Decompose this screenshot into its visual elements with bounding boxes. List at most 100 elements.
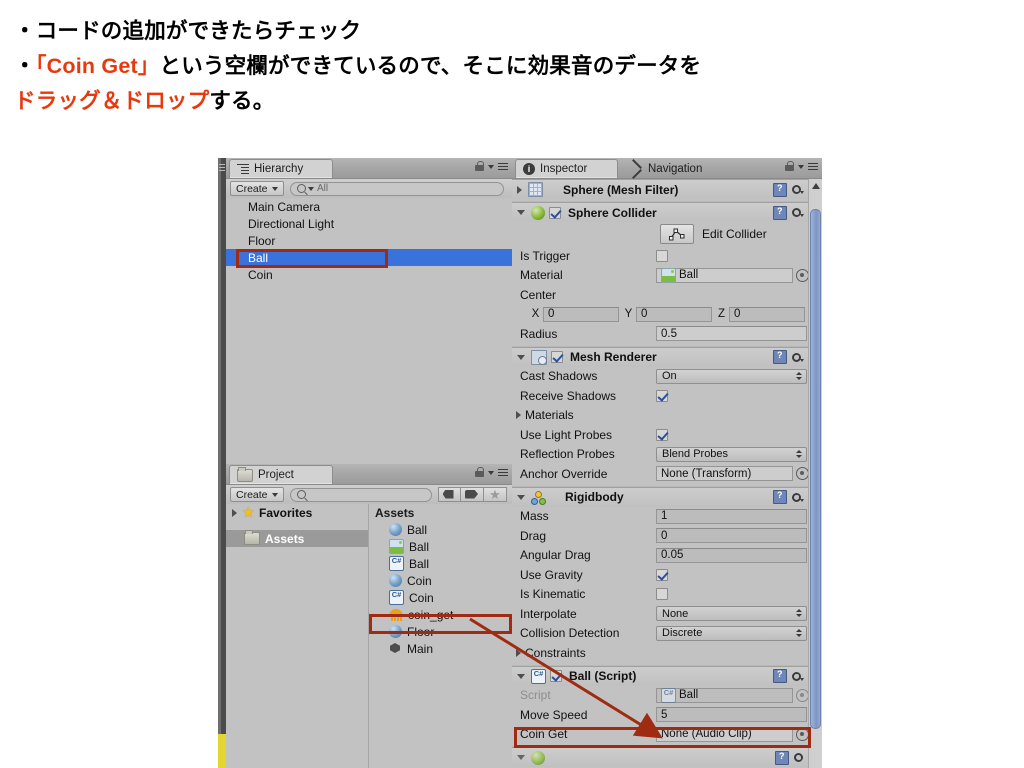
reflection-probes-dropdown[interactable]: Blend Probes (656, 446, 807, 462)
tab-inspector[interactable]: i Inspector (515, 159, 618, 178)
asset-row-ball-prefab[interactable]: Ball (369, 521, 512, 538)
menu-icon[interactable] (498, 468, 508, 477)
radius-field[interactable]: 0.5 (656, 326, 807, 342)
gear-icon[interactable] (791, 492, 802, 503)
move-speed-field[interactable]: 5 (656, 707, 807, 723)
component-header[interactable]: Rigidbody (512, 487, 809, 507)
center-x-field[interactable]: 0 (543, 306, 619, 322)
scrollbar-thumb[interactable] (810, 209, 821, 729)
center-z-field[interactable]: 0 (729, 306, 805, 322)
chevron-right-icon[interactable] (517, 185, 522, 194)
tab-hierarchy[interactable]: Hierarchy (229, 159, 333, 178)
project-tree-favorites[interactable]: ★ Favorites (226, 504, 368, 521)
component-header[interactable] (512, 748, 809, 767)
component-header[interactable]: Ball (Script) (512, 666, 809, 686)
help-icon[interactable] (773, 669, 787, 683)
filter-by-type-icon[interactable] (438, 487, 461, 502)
project-tree-assets[interactable]: Assets (226, 530, 368, 547)
drag-field[interactable]: 0 (656, 528, 807, 544)
property-row-move-speed[interactable]: Move Speed 5 (512, 705, 809, 725)
use-gravity-checkbox[interactable] (656, 568, 668, 581)
hierarchy-search-input[interactable]: All (290, 181, 504, 196)
chevron-down-icon[interactable] (488, 470, 494, 475)
receive-shadows-checkbox[interactable] (656, 389, 668, 402)
menu-icon[interactable] (498, 162, 508, 171)
project-assets-list[interactable]: Assets Ball Ball Ball Coin Coin coin_get… (369, 504, 512, 768)
chevron-down-icon[interactable] (798, 164, 804, 169)
gear-icon[interactable] (793, 752, 804, 763)
property-row-use-light-probes[interactable]: Use Light Probes (512, 425, 809, 445)
hierarchy-item-directional-light[interactable]: Directional Light (226, 215, 512, 232)
drag-handle-dots[interactable] (218, 162, 226, 174)
project-create-button[interactable]: Create (230, 487, 284, 502)
use-light-probes-checkbox[interactable] (656, 428, 668, 441)
gear-icon[interactable] (791, 671, 802, 682)
mass-field[interactable]: 1 (656, 508, 807, 524)
property-row-center-vector[interactable]: X 0 Y 0 Z 0 (512, 305, 809, 325)
menu-icon[interactable] (808, 162, 818, 171)
asset-row-coin-script[interactable]: Coin (369, 589, 512, 606)
component-enable-checkbox[interactable] (551, 351, 563, 363)
interpolate-dropdown[interactable]: None (656, 606, 807, 622)
property-row-constraints[interactable]: Constraints (512, 643, 809, 663)
center-y-field[interactable]: 0 (636, 306, 712, 322)
component-enable-checkbox[interactable] (550, 670, 562, 682)
property-row-interpolate[interactable]: Interpolate None (512, 604, 809, 624)
chevron-down-icon[interactable] (517, 673, 525, 679)
property-row-use-gravity[interactable]: Use Gravity (512, 565, 809, 585)
is-trigger-checkbox[interactable] (656, 249, 668, 262)
chevron-down-icon[interactable] (488, 164, 494, 169)
cast-shadows-dropdown[interactable]: On (656, 368, 807, 384)
hierarchy-item-main-camera[interactable]: Main Camera (226, 198, 512, 215)
lock-icon[interactable] (785, 161, 794, 172)
hierarchy-object-list[interactable]: Main Camera Directional Light Floor Ball… (226, 198, 512, 462)
material-object-field[interactable]: Ball (656, 267, 793, 283)
inspector-scrollbar[interactable] (808, 179, 822, 768)
inspector-component-stack[interactable]: Sphere (Mesh Filter) Sphere Collider (512, 179, 809, 768)
help-icon[interactable] (773, 182, 787, 197)
help-icon[interactable] (775, 750, 789, 765)
component-header[interactable]: Sphere Collider (512, 203, 809, 222)
asset-row-ball-material[interactable]: Ball (369, 538, 512, 555)
component-header[interactable]: Mesh Renderer (512, 347, 809, 367)
lock-icon[interactable] (475, 161, 484, 172)
tab-project[interactable]: Project (229, 465, 333, 484)
scroll-up-arrow-icon[interactable] (812, 183, 820, 189)
property-row-material[interactable]: Material Ball (512, 266, 809, 286)
gear-icon[interactable] (791, 184, 802, 195)
help-icon[interactable] (773, 205, 787, 220)
project-search-input[interactable] (290, 487, 432, 502)
property-row-is-trigger[interactable]: Is Trigger (512, 246, 809, 266)
property-row-angular-drag[interactable]: Angular Drag 0.05 (512, 546, 809, 566)
gear-icon[interactable] (791, 352, 802, 363)
anchor-override-object-field[interactable]: None (Transform) (656, 466, 793, 482)
chevron-right-icon[interactable] (516, 648, 521, 657)
edit-collider-button[interactable] (660, 224, 694, 244)
asset-row-coin-prefab[interactable]: Coin (369, 572, 512, 589)
hierarchy-item-coin[interactable]: Coin (226, 266, 512, 283)
chevron-down-icon[interactable] (517, 210, 525, 215)
hierarchy-item-floor[interactable]: Floor (226, 232, 512, 249)
property-row-cast-shadows[interactable]: Cast Shadows On (512, 367, 809, 387)
chevron-right-icon[interactable] (516, 411, 521, 420)
asset-row-main-scene[interactable]: Main (369, 640, 512, 657)
angular-drag-field[interactable]: 0.05 (656, 547, 807, 563)
collision-detection-dropdown[interactable]: Discrete (656, 625, 807, 641)
property-row-materials[interactable]: Materials (512, 406, 809, 426)
is-kinematic-checkbox[interactable] (656, 588, 668, 601)
component-header[interactable]: Sphere (Mesh Filter) (512, 180, 809, 199)
tab-navigation[interactable]: Navigation (624, 159, 736, 178)
chevron-down-icon[interactable] (517, 354, 525, 360)
property-row-mass[interactable]: Mass 1 (512, 507, 809, 527)
filter-by-label-icon[interactable] (461, 487, 484, 502)
hierarchy-create-button[interactable]: Create (230, 181, 284, 196)
property-row-anchor-override[interactable]: Anchor Override None (Transform) (512, 464, 809, 484)
chevron-right-icon[interactable] (232, 508, 237, 517)
property-row-is-kinematic[interactable]: Is Kinematic (512, 585, 809, 605)
property-row-drag[interactable]: Drag 0 (512, 526, 809, 546)
component-enable-checkbox[interactable] (549, 206, 561, 219)
asset-row-ball-script[interactable]: Ball (369, 555, 512, 572)
gear-icon[interactable] (791, 207, 802, 218)
chevron-down-icon[interactable] (517, 494, 525, 500)
property-row-receive-shadows[interactable]: Receive Shadows (512, 386, 809, 406)
